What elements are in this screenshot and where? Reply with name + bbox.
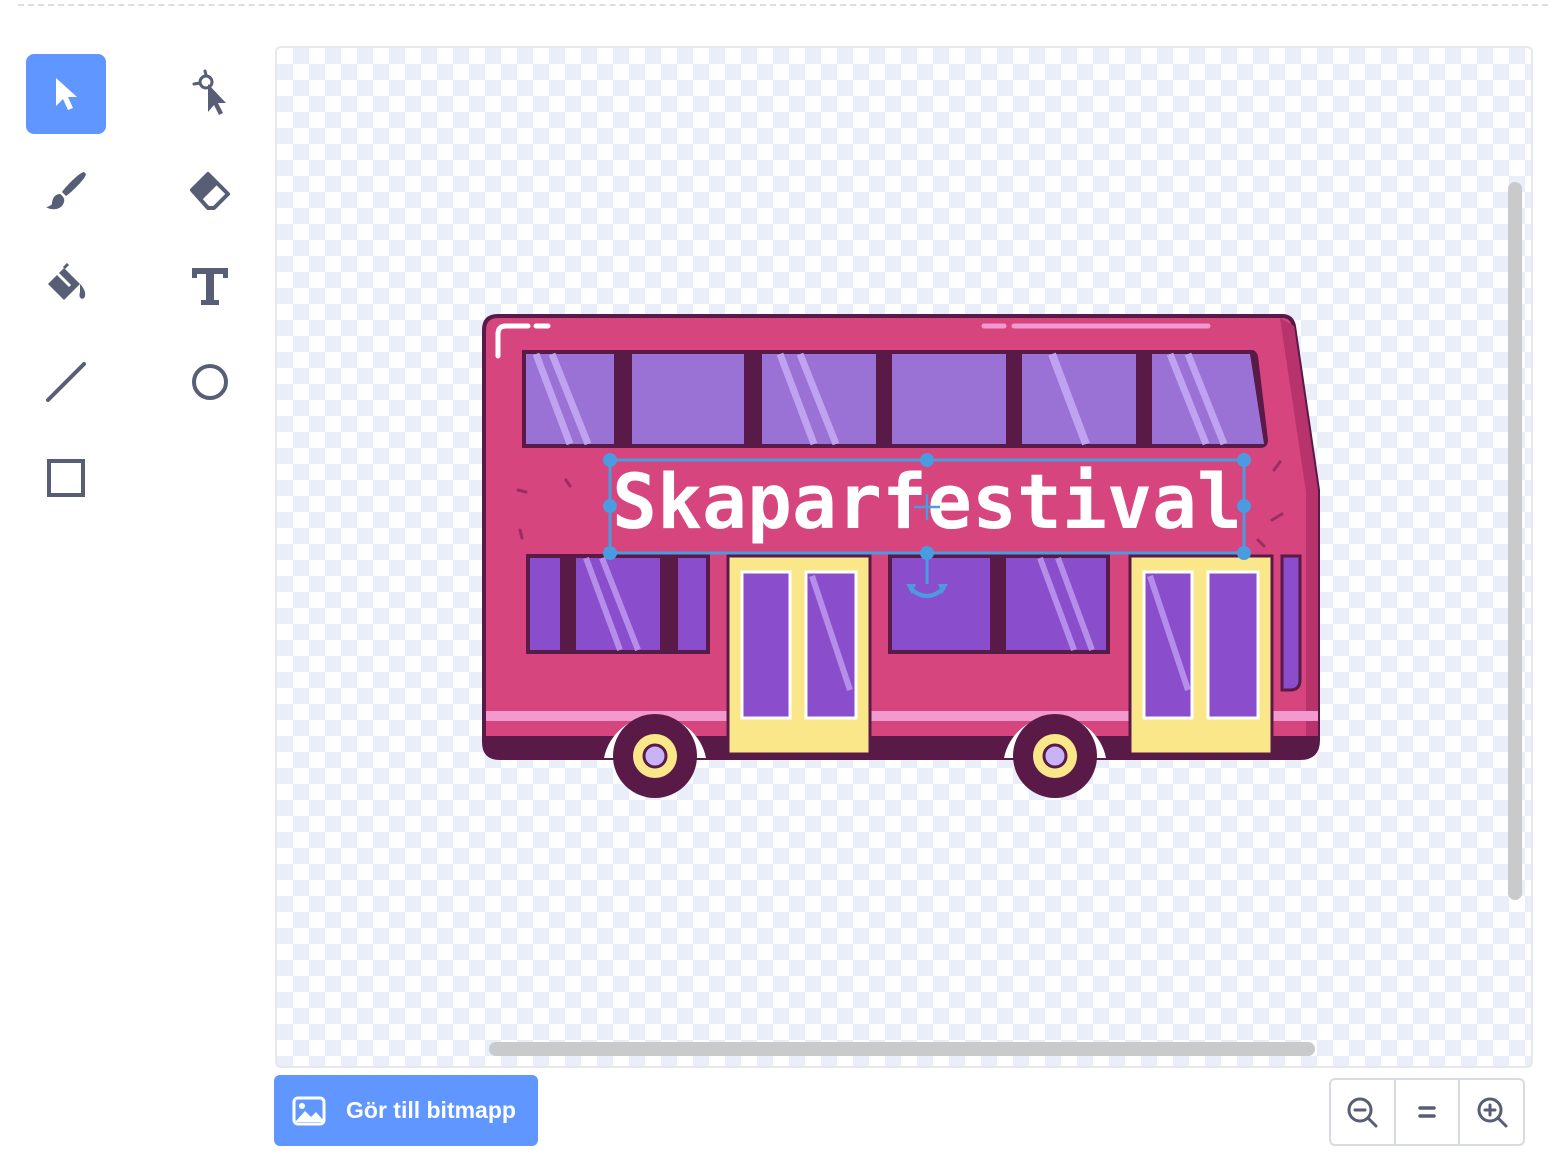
resize-handle[interactable] xyxy=(603,499,617,513)
fill-bucket-icon xyxy=(48,262,86,300)
rectangle-icon xyxy=(47,459,85,497)
eraser-tool-button[interactable] xyxy=(170,150,250,230)
door-window xyxy=(1142,570,1194,720)
select-arrow-icon xyxy=(56,78,77,110)
rear-window xyxy=(1280,554,1302,692)
fill-tool-button[interactable] xyxy=(26,246,106,326)
reshape-icon xyxy=(192,69,226,115)
lower-window xyxy=(530,558,560,650)
lower-window xyxy=(892,558,990,650)
bus-artwork[interactable]: Skaparfestival xyxy=(277,48,1531,1066)
resize-handle[interactable] xyxy=(1237,546,1251,560)
wheel-center xyxy=(1042,743,1068,769)
select-tool-button[interactable] xyxy=(26,54,106,134)
resize-handle[interactable] xyxy=(920,453,934,467)
lower-window xyxy=(678,558,706,650)
zoom-controls xyxy=(1329,1078,1525,1146)
brush-icon xyxy=(46,172,86,210)
circle-tool-button[interactable] xyxy=(170,342,250,422)
text-icon xyxy=(192,268,228,305)
line-tool-button[interactable] xyxy=(26,342,106,422)
zoom-in-icon xyxy=(1477,1097,1508,1128)
vertical-scrollbar[interactable] xyxy=(1508,182,1522,900)
convert-to-bitmap-label: Gör till bitmapp xyxy=(346,1097,516,1123)
resize-handle[interactable] xyxy=(1237,453,1251,467)
paint-canvas[interactable]: Skaparfestival xyxy=(275,46,1533,1068)
door-window xyxy=(740,570,792,720)
upper-window xyxy=(892,354,1006,444)
door-window xyxy=(804,570,858,720)
resize-handle[interactable] xyxy=(603,546,617,560)
horizontal-scrollbar[interactable] xyxy=(489,1042,1315,1056)
convert-to-bitmap-button[interactable]: Gör till bitmapp xyxy=(274,1075,538,1146)
upper-window xyxy=(632,354,744,444)
resize-handle[interactable] xyxy=(603,453,617,467)
zoom-in-button[interactable] xyxy=(1458,1080,1523,1144)
resize-handle[interactable] xyxy=(1237,499,1251,513)
zoom-reset-icon xyxy=(1418,1106,1436,1118)
zoom-out-button[interactable] xyxy=(1331,1080,1394,1144)
wheel-center xyxy=(642,743,668,769)
brush-tool-button[interactable] xyxy=(26,150,106,230)
text-tool-button[interactable] xyxy=(170,246,250,326)
zoom-reset-button[interactable] xyxy=(1393,1080,1459,1144)
door-window xyxy=(1206,570,1260,720)
line-icon xyxy=(46,362,86,402)
rectangle-tool-button[interactable] xyxy=(26,438,106,518)
image-icon xyxy=(292,1096,326,1125)
zoom-out-icon xyxy=(1347,1097,1378,1128)
reshape-tool-button[interactable] xyxy=(170,54,250,134)
eraser-icon xyxy=(190,172,230,210)
circle-icon xyxy=(192,364,228,400)
top-divider xyxy=(18,4,1548,6)
